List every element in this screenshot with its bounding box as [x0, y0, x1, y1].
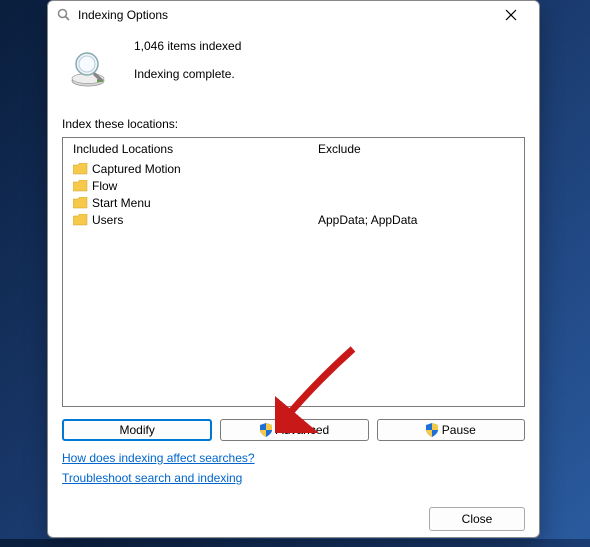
close-button[interactable]: Close [429, 507, 525, 531]
help-link-how-affect[interactable]: How does indexing affect searches? [62, 451, 525, 465]
folder-icon [73, 197, 88, 209]
pause-label: Pause [442, 423, 476, 437]
advanced-button[interactable]: Advanced [220, 419, 368, 441]
location-name: Captured Motion [92, 162, 181, 176]
location-row[interactable]: Flow [73, 177, 514, 194]
locations-listbox[interactable]: Included Locations Exclude Captured Moti… [62, 137, 525, 407]
dialog-body: 1,046 items indexed Indexing complete. I… [48, 29, 539, 499]
help-link-troubleshoot[interactable]: Troubleshoot search and indexing [62, 471, 525, 485]
buttons-row: Modify Advanced Pause [62, 419, 525, 441]
dialog-title: Indexing Options [78, 8, 491, 22]
footer-row: Close [48, 499, 539, 547]
folder-icon [73, 214, 88, 226]
shield-icon [260, 423, 272, 437]
index-locations-label: Index these locations: [62, 117, 525, 131]
column-included: Included Locations [73, 142, 318, 156]
modify-label: Modify [119, 423, 154, 437]
magnifier-disk-icon [68, 45, 116, 93]
modify-button[interactable]: Modify [62, 419, 212, 441]
folder-icon [73, 180, 88, 192]
location-name: Start Menu [92, 196, 151, 210]
links-area: How does indexing affect searches? Troub… [62, 451, 525, 491]
folder-icon [73, 163, 88, 175]
column-exclude: Exclude [318, 142, 514, 156]
pause-button[interactable]: Pause [377, 419, 525, 441]
locations-rows: Captured Motion Flow [63, 158, 524, 230]
location-name: Flow [92, 179, 117, 193]
shield-icon [426, 423, 438, 437]
advanced-label: Advanced [276, 423, 329, 437]
indexing-state: Indexing complete. [134, 67, 241, 81]
location-name: Users [92, 213, 123, 227]
location-exclude: AppData; AppData [318, 213, 514, 227]
indexing-options-dialog: Indexing Options 1,046 items inde [47, 0, 540, 538]
status-texts: 1,046 items indexed Indexing complete. [134, 39, 241, 81]
indexing-options-icon [56, 7, 72, 23]
location-row[interactable]: Users AppData; AppData [73, 211, 514, 228]
close-icon[interactable] [491, 1, 531, 29]
locations-header: Included Locations Exclude [63, 138, 524, 158]
location-row[interactable]: Captured Motion [73, 160, 514, 177]
location-row[interactable]: Start Menu [73, 194, 514, 211]
status-row: 1,046 items indexed Indexing complete. [62, 39, 525, 93]
titlebar: Indexing Options [48, 1, 539, 29]
items-indexed-count: 1,046 items indexed [134, 39, 241, 53]
